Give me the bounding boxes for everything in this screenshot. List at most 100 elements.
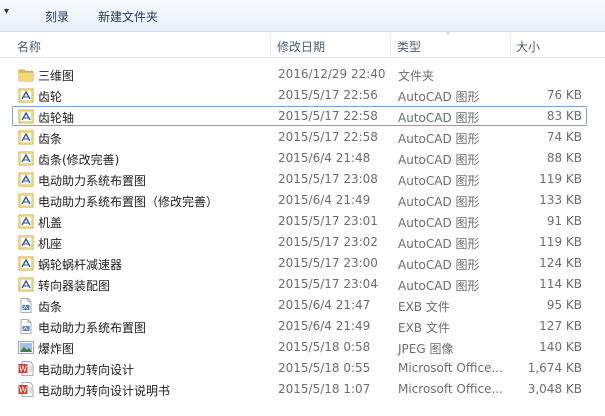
file-size: 76 KB: [546, 88, 582, 102]
file-modified-date: 2015/6/4 21:49: [278, 319, 371, 333]
file-row[interactable]: 电动助力系统布置图（修改完善） 2015/6/4 21:49 AutoCAD 图形 1…: [12, 190, 587, 210]
file-type: AutoCAD 图形: [398, 258, 480, 272]
file-name: 机座: [38, 237, 63, 251]
file-row[interactable]: 电动助力系统布置图 2015/6/4 21:49 EXB 文件 127 KB: [12, 316, 587, 336]
file-size: 1,674 KB: [527, 361, 582, 375]
column-header-size[interactable]: 大小: [516, 38, 540, 55]
file-type: AutoCAD 图形: [398, 111, 480, 125]
autocad-file-icon: [18, 88, 34, 103]
file-row[interactable]: 齿条(修改完善) 2015/6/4 21:48 AutoCAD 图形 88 KB: [12, 148, 587, 168]
file-modified-date: 2015/5/18 1:07: [278, 382, 371, 396]
file-name: 转向器装配图: [38, 279, 111, 293]
file-size: 95 KB: [546, 298, 582, 312]
autocad-file-icon: [18, 235, 34, 250]
file-modified-date: 2015/6/4 21:49: [278, 193, 371, 207]
file-size: 83 KB: [546, 109, 582, 123]
autocad-file-icon: [18, 172, 34, 187]
file-row[interactable]: 蜗轮蜗杆减速器 2015/5/17 23:00 AutoCAD 图形 124 KB: [12, 253, 587, 273]
column-divider[interactable]: [510, 34, 511, 56]
organize-dropdown-chevron-icon[interactable]: ▾: [4, 6, 9, 17]
file-row[interactable]: 爆炸图 2015/5/18 0:58 JPEG 图像 140 KB: [12, 337, 587, 357]
file-modified-date: 2015/5/18 0:55: [278, 361, 371, 375]
column-header-date[interactable]: 修改日期: [277, 38, 325, 55]
column-header-type[interactable]: 类型: [397, 38, 421, 55]
file-type: EXB 文件: [398, 300, 450, 314]
burn-button[interactable]: 刻录: [45, 8, 69, 25]
file-row[interactable]: 转向器装配图 2015/5/17 23:04 AutoCAD 图形 114 KB: [12, 274, 587, 294]
column-header-name[interactable]: 名称: [17, 38, 41, 55]
file-name: 蜗轮蜗杆减速器: [38, 258, 123, 272]
file-row[interactable]: 齿条 2015/5/17 22:58 AutoCAD 图形 74 KB: [12, 127, 587, 147]
file-row[interactable]: W 电动助力转向设计说明书 2015/5/18 1:07 Microsoft Offi…: [12, 379, 587, 399]
file-row[interactable]: 齿轮轴 2015/5/17 22:58 AutoCAD 图形 83 KB: [12, 106, 587, 126]
file-type: AutoCAD 图形: [398, 132, 480, 146]
file-type: AutoCAD 图形: [398, 279, 480, 293]
file-type: AutoCAD 图形: [398, 174, 480, 188]
file-row[interactable]: 机盖 2015/5/17 23:01 AutoCAD 图形 91 KB: [12, 211, 587, 231]
file-type: AutoCAD 图形: [398, 153, 480, 167]
new-folder-button[interactable]: 新建文件夹: [98, 8, 158, 25]
file-name: 齿条(修改完善): [38, 153, 120, 167]
file-row[interactable]: 机座 2015/5/17 23:02 AutoCAD 图形 119 KB: [12, 232, 587, 252]
file-row[interactable]: 电动助力系统布置图 2015/5/17 23:08 AutoCAD 图形 119 KB: [12, 169, 587, 189]
file-modified-date: 2015/5/17 23:02: [278, 235, 378, 249]
file-name: 电动助力系统布置图: [38, 174, 147, 188]
file-type: EXB 文件: [398, 321, 450, 335]
file-modified-date: 2015/5/17 23:08: [278, 172, 378, 186]
file-size: 124 KB: [539, 256, 582, 270]
file-name: 机盖: [38, 216, 63, 230]
file-type: AutoCAD 图形: [398, 90, 480, 104]
exb-file-icon: [18, 298, 34, 313]
file-modified-date: 2015/5/17 22:58: [278, 109, 378, 123]
file-type: Microsoft Office...: [398, 361, 503, 375]
file-row[interactable]: 三维图 2016/12/29 22:40 文件夹: [12, 64, 587, 84]
file-modified-date: 2015/5/18 0:58: [278, 340, 371, 354]
svg-text:W: W: [19, 386, 27, 395]
column-header-bar: 名称 修改日期 类型 ˆ 大小: [0, 32, 605, 58]
file-modified-date: 2015/5/17 23:01: [278, 214, 378, 228]
autocad-file-icon: [18, 130, 34, 145]
file-type: AutoCAD 图形: [398, 237, 480, 251]
file-type: Microsoft Office...: [398, 382, 503, 396]
file-size: 119 KB: [539, 172, 582, 186]
file-type: JPEG 图像: [398, 342, 454, 356]
column-divider[interactable]: [270, 34, 271, 56]
file-type: 文件夹: [398, 69, 435, 83]
file-modified-date: 2015/5/17 23:04: [278, 277, 378, 291]
file-modified-date: 2015/5/17 23:00: [278, 256, 378, 270]
sort-ascending-icon: ˆ: [446, 32, 450, 41]
file-name: 三维图: [38, 69, 75, 83]
command-bar: ▾ 刻录 新建文件夹: [0, 0, 605, 32]
file-name: 电动助力系统布置图: [38, 321, 147, 335]
file-name: 爆炸图: [38, 342, 75, 356]
file-name: 齿轮: [38, 90, 63, 104]
file-modified-date: 2015/6/4 21:48: [278, 151, 371, 165]
file-size: 3,048 KB: [527, 382, 582, 396]
file-size: 74 KB: [546, 130, 582, 144]
file-type: AutoCAD 图形: [398, 195, 480, 209]
column-divider[interactable]: [390, 34, 391, 56]
word-file-icon: W: [18, 382, 34, 397]
file-name: 齿条: [38, 132, 63, 146]
file-row[interactable]: 齿轮 2015/5/17 22:56 AutoCAD 图形 76 KB: [12, 85, 587, 105]
file-modified-date: 2015/5/17 22:58: [278, 130, 378, 144]
autocad-file-icon: [18, 193, 34, 208]
file-name: 齿轮轴: [38, 111, 75, 125]
folder-icon: [18, 67, 34, 82]
file-modified-date: 2016/12/29 22:40: [278, 67, 386, 81]
autocad-file-icon: [18, 277, 34, 292]
file-type: AutoCAD 图形: [398, 216, 480, 230]
file-size: 127 KB: [539, 319, 582, 333]
file-name: 电动助力转向设计说明书: [38, 384, 171, 398]
file-row[interactable]: W 电动助力转向设计 2015/5/18 0:55 Microsoft Office.…: [12, 358, 587, 378]
file-size: 88 KB: [546, 151, 582, 165]
file-name: 电动助力系统布置图（修改完善）: [38, 195, 219, 209]
file-size: 140 KB: [539, 340, 582, 354]
autocad-file-icon: [18, 109, 34, 124]
file-modified-date: 2015/5/17 22:56: [278, 88, 378, 102]
file-size: 91 KB: [546, 214, 582, 228]
file-row[interactable]: 齿条 2015/6/4 21:47 EXB 文件 95 KB: [12, 295, 587, 315]
svg-text:W: W: [19, 365, 27, 374]
file-size: 119 KB: [539, 235, 582, 249]
file-name: 电动助力转向设计: [38, 363, 135, 377]
